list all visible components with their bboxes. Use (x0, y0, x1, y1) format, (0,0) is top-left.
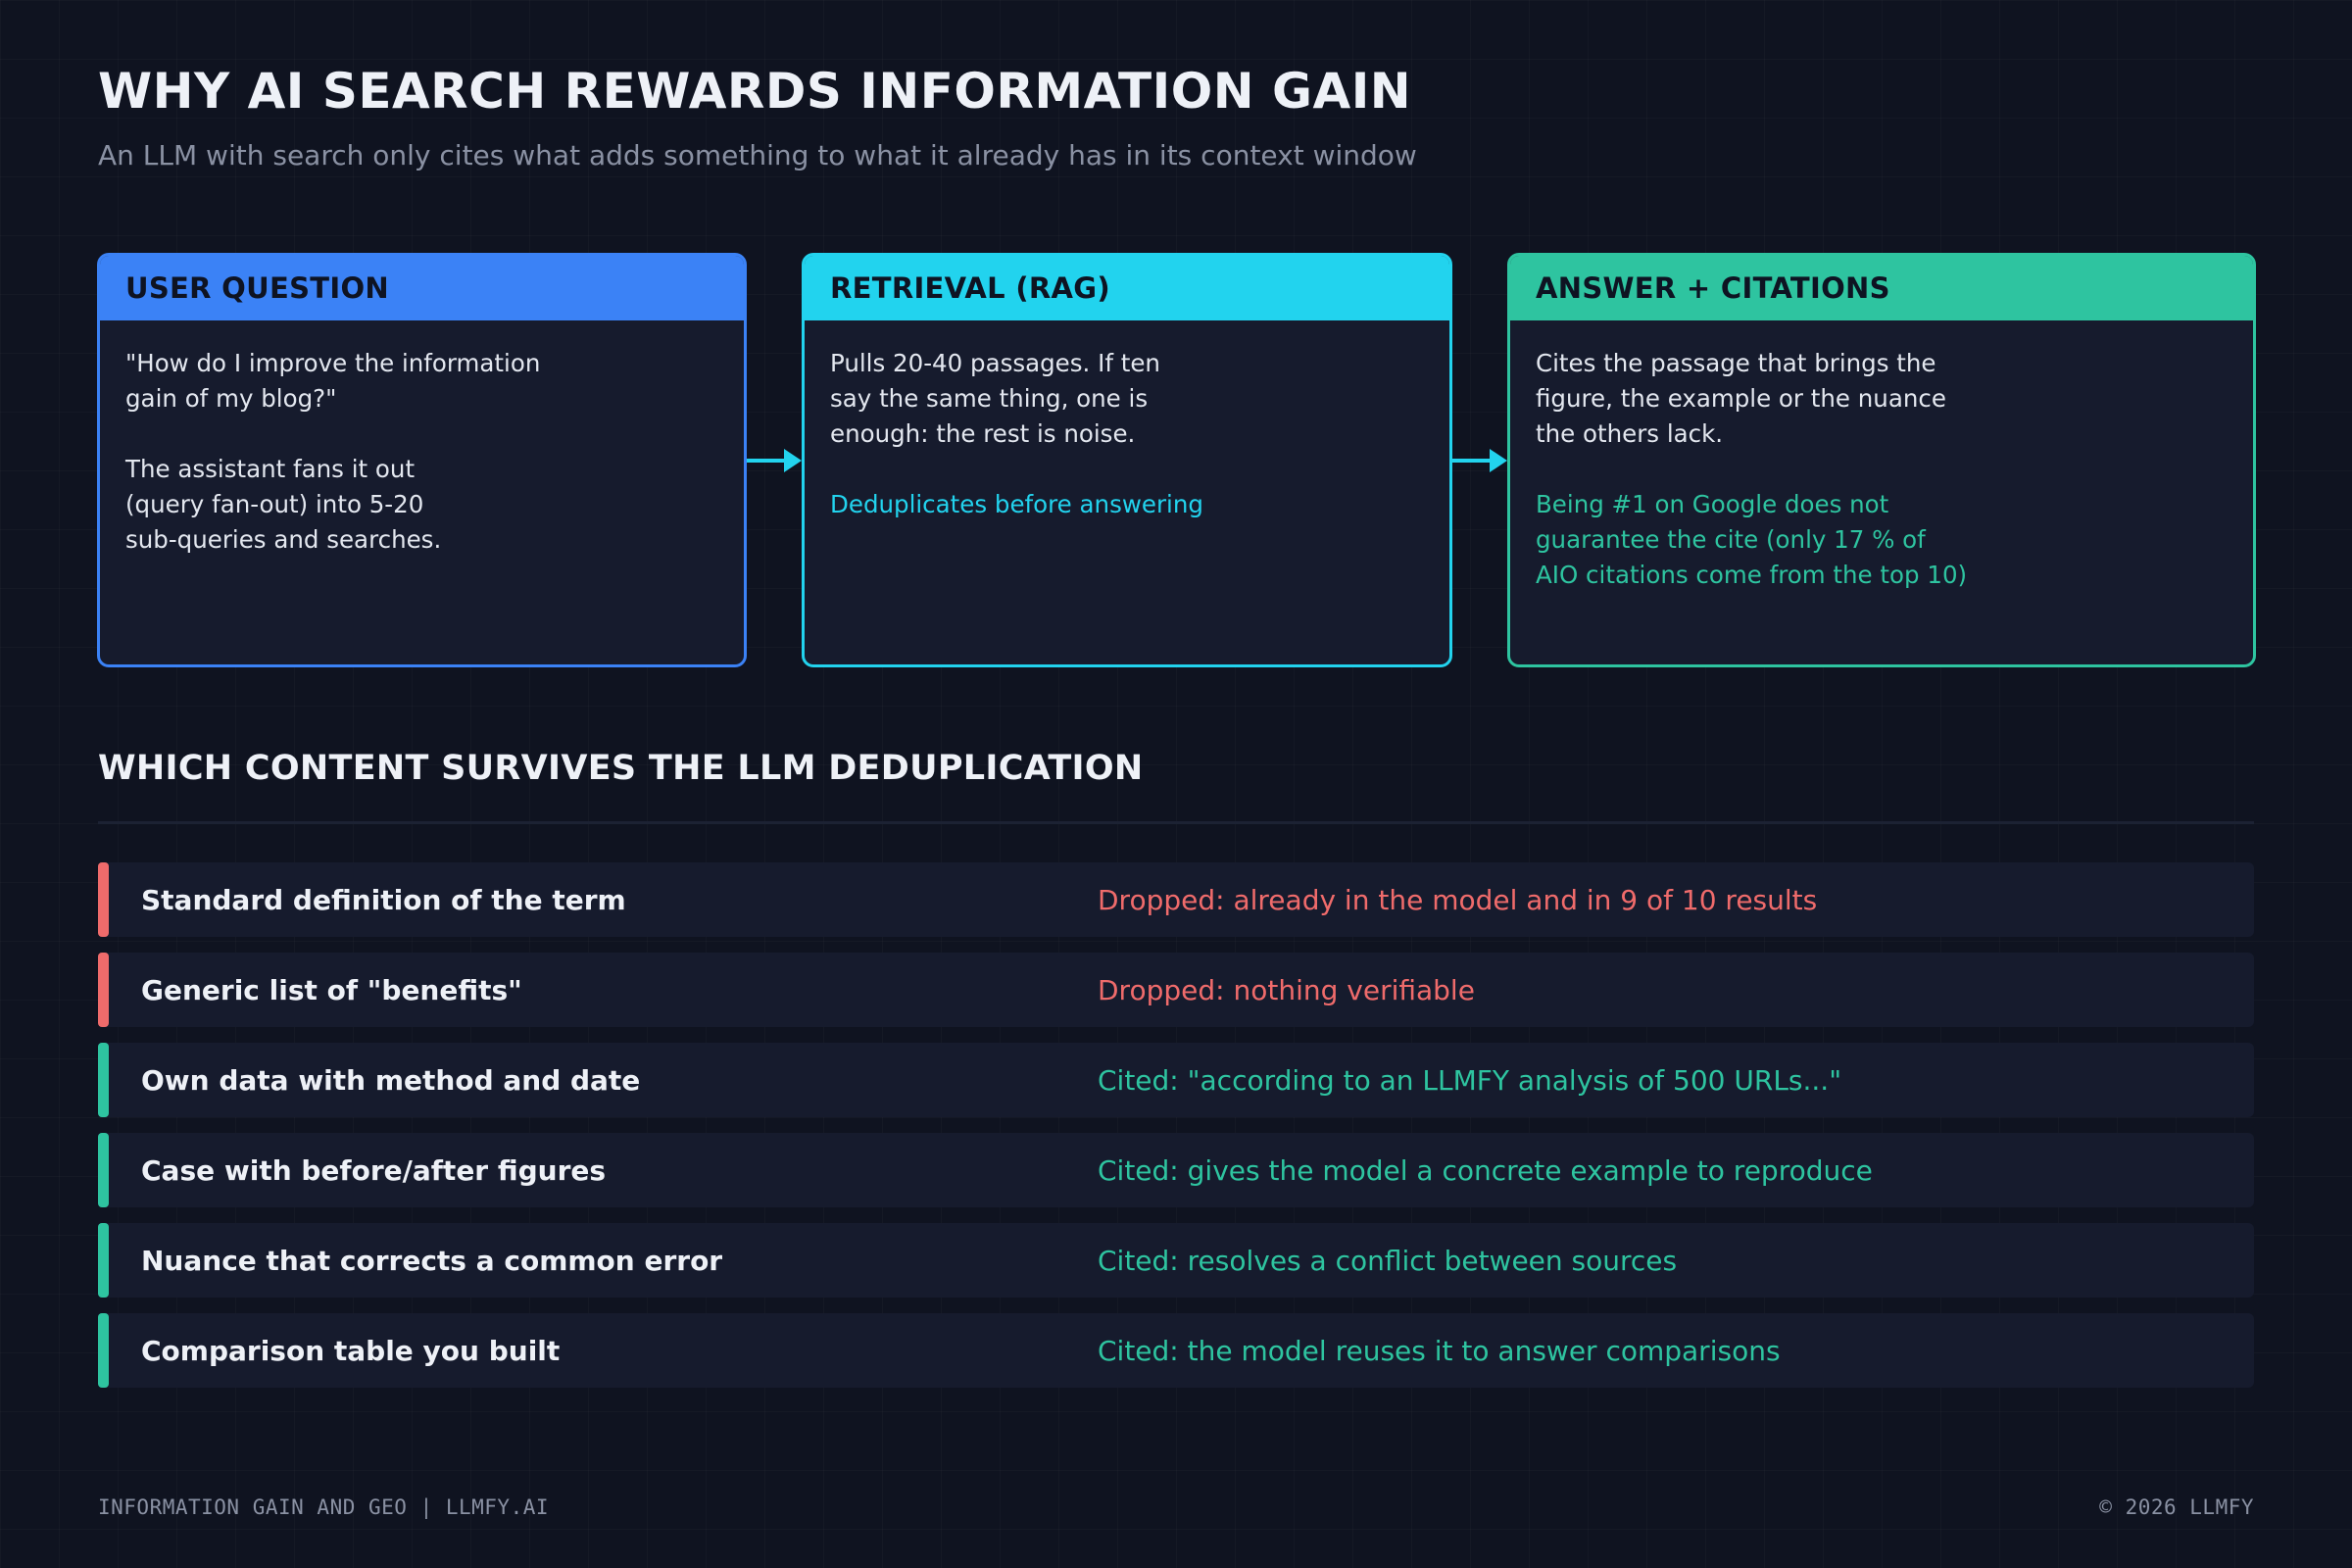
card-heading: RETRIEVAL (RAG) (805, 256, 1449, 320)
card-text-line: enough: the rest is noise. (830, 419, 1136, 448)
status-bar-dropped (98, 862, 109, 937)
card-text-line: Cites the passage that brings the (1536, 349, 1936, 377)
page-title: WHY AI SEARCH REWARDS INFORMATION GAIN (98, 63, 1412, 120)
card-highlight: AIO citations come from the top 10) (1536, 561, 1968, 589)
status-bar-cited (98, 1223, 109, 1298)
card-highlight: Deduplicates before answering (830, 490, 1203, 518)
flow-card-retrieval: RETRIEVAL (RAG) Pulls 20-40 passages. If… (802, 253, 1452, 667)
status-bar-cited (98, 1043, 109, 1117)
outcome-text: Cited: resolves a conflict between sourc… (1098, 1244, 1678, 1277)
status-bar-cited (98, 1313, 109, 1388)
outcome-text: Cited: the model reuses it to answer com… (1098, 1334, 1781, 1367)
card-text-line: figure, the example or the nuance (1536, 384, 1946, 413)
flow-arrow-icon (747, 449, 802, 472)
content-type-label: Own data with method and date (141, 1063, 641, 1097)
outcome-text: Cited: "according to an LLMFY analysis o… (1098, 1063, 1842, 1097)
card-heading: ANSWER + CITATIONS (1510, 256, 2253, 320)
list-item: Own data with method and date Cited: "ac… (98, 1043, 2254, 1117)
content-type-label: Case with before/after figures (141, 1153, 607, 1187)
card-body: Pulls 20-40 passages. If ten say the sam… (805, 320, 1449, 548)
card-text-line: Pulls 20-40 passages. If ten (830, 349, 1160, 377)
content-type-label: Standard definition of the term (141, 883, 626, 916)
card-text-line: gain of my blog?" (125, 384, 337, 413)
content-type-label: Generic list of "benefits" (141, 973, 522, 1006)
card-text-line: the others lack. (1536, 419, 1724, 448)
card-body: "How do I improve the information gain o… (100, 320, 744, 583)
status-bar-dropped (98, 953, 109, 1027)
card-text-line: The assistant fans it out (125, 455, 416, 483)
flow-arrow-icon (1452, 449, 1507, 472)
outcome-text: Dropped: nothing verifiable (1098, 973, 1475, 1006)
card-text-line: (query fan-out) into 5-20 (125, 490, 424, 518)
page-subtitle: An LLM with search only cites what adds … (98, 139, 1417, 172)
list-item: Nuance that corrects a common error Cite… (98, 1223, 2254, 1298)
flow-card-answer-citations: ANSWER + CITATIONS Cites the passage tha… (1507, 253, 2256, 667)
list-item: Standard definition of the term Dropped:… (98, 862, 2254, 937)
card-highlight: Being #1 on Google does not (1536, 490, 1889, 518)
flow-card-user-question: USER QUESTION "How do I improve the info… (97, 253, 747, 667)
footer-copyright: © 2026 LLMFY (2099, 1495, 2254, 1519)
content-type-label: Comparison table you built (141, 1334, 561, 1367)
card-highlight: guarantee the cite (only 17 % of (1536, 525, 1926, 554)
content-type-label: Nuance that corrects a common error (141, 1244, 723, 1277)
outcome-text: Cited: gives the model a concrete exampl… (1098, 1153, 1873, 1187)
card-body: Cites the passage that brings the figure… (1510, 320, 2253, 618)
status-bar-cited (98, 1133, 109, 1207)
content-list: Standard definition of the term Dropped:… (98, 862, 2254, 1403)
list-item: Comparison table you built Cited: the mo… (98, 1313, 2254, 1388)
outcome-text: Dropped: already in the model and in 9 o… (1098, 883, 1818, 916)
section-title: WHICH CONTENT SURVIVES THE LLM DEDUPLICA… (98, 749, 1144, 788)
card-text-line: say the same thing, one is (830, 384, 1149, 413)
list-item: Case with before/after figures Cited: gi… (98, 1133, 2254, 1207)
card-text-line: "How do I improve the information (125, 349, 541, 377)
section-divider (98, 821, 2254, 824)
footer-credit: INFORMATION GAIN AND GEO | LLMFY.AI (98, 1495, 550, 1519)
list-item: Generic list of "benefits" Dropped: noth… (98, 953, 2254, 1027)
card-heading: USER QUESTION (100, 256, 744, 320)
card-text-line: sub-queries and searches. (125, 525, 442, 554)
